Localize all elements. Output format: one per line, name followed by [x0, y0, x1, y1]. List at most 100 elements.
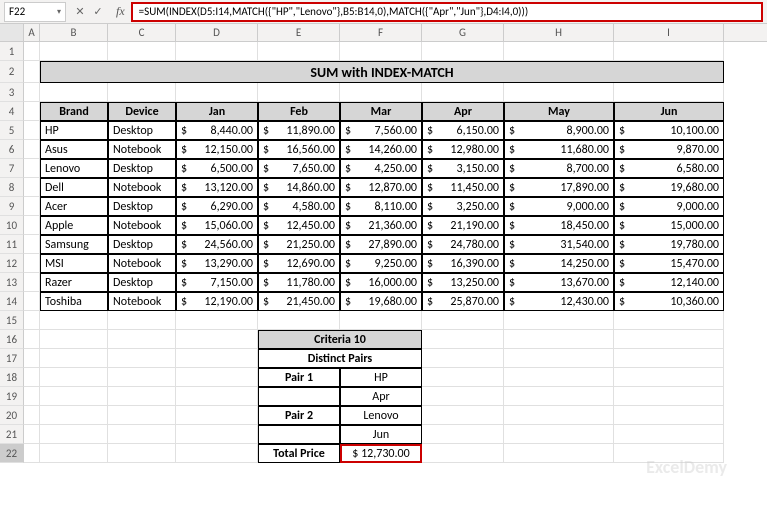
cell[interactable] [614, 311, 724, 330]
cell[interactable] [24, 42, 40, 61]
money-cell[interactable]: $8,900.00 [504, 121, 614, 140]
money-cell[interactable]: $12,690.00 [258, 254, 340, 273]
money-cell[interactable]: $19,680.00 [340, 292, 422, 311]
money-cell[interactable]: $17,890.00 [504, 178, 614, 197]
title-cell[interactable]: SUM with INDEX-MATCH [40, 61, 724, 83]
brand-cell[interactable]: Apple [40, 216, 108, 235]
row-header[interactable]: 10 [0, 216, 24, 235]
brand-cell[interactable]: Acer [40, 197, 108, 216]
device-cell[interactable]: Desktop [108, 273, 176, 292]
cell[interactable] [24, 444, 40, 463]
money-cell[interactable]: $7,150.00 [176, 273, 258, 292]
money-cell[interactable]: $15,470.00 [614, 254, 724, 273]
cell[interactable] [422, 311, 504, 330]
cell[interactable] [24, 292, 40, 311]
device-cell[interactable]: Desktop [108, 121, 176, 140]
header-device[interactable]: Device [108, 102, 176, 121]
money-cell[interactable]: $8,700.00 [504, 159, 614, 178]
money-cell[interactable]: $10,100.00 [614, 121, 724, 140]
money-cell[interactable]: $12,150.00 [176, 140, 258, 159]
cell[interactable] [108, 368, 176, 387]
brand-cell[interactable]: Asus [40, 140, 108, 159]
cell[interactable] [422, 406, 504, 425]
row-header[interactable]: 8 [0, 178, 24, 197]
money-cell[interactable]: $6,150.00 [422, 121, 504, 140]
row-header[interactable]: 7 [0, 159, 24, 178]
money-cell[interactable]: $18,450.00 [504, 216, 614, 235]
fx-icon[interactable]: fx [112, 4, 129, 19]
cell[interactable] [24, 273, 40, 292]
row-header[interactable]: 13 [0, 273, 24, 292]
money-cell[interactable]: $7,650.00 [258, 159, 340, 178]
device-cell[interactable]: Notebook [108, 178, 176, 197]
row-header[interactable]: 14 [0, 292, 24, 311]
row-header[interactable]: 3 [0, 83, 24, 102]
criteria-right[interactable]: Jun [340, 425, 422, 444]
col-header-b[interactable]: B [40, 24, 108, 41]
row-header[interactable]: 21 [0, 425, 24, 444]
cell[interactable] [340, 42, 422, 61]
device-cell[interactable]: Desktop [108, 159, 176, 178]
cell[interactable] [176, 387, 258, 406]
header-brand[interactable]: Brand [40, 102, 108, 121]
cell[interactable] [422, 83, 504, 102]
cell[interactable] [40, 387, 108, 406]
money-cell[interactable]: $12,450.00 [258, 216, 340, 235]
col-header-d[interactable]: D [176, 24, 258, 41]
row-header[interactable]: 18 [0, 368, 24, 387]
money-cell[interactable]: $12,980.00 [422, 140, 504, 159]
row-header[interactable]: 12 [0, 254, 24, 273]
col-header-a[interactable]: A [24, 24, 40, 41]
cell[interactable] [108, 349, 176, 368]
money-cell[interactable]: $16,000.00 [340, 273, 422, 292]
money-cell[interactable]: $25,870.00 [422, 292, 504, 311]
cell[interactable] [504, 349, 614, 368]
row-header[interactable]: 16 [0, 330, 24, 349]
cell[interactable] [24, 61, 40, 83]
cell[interactable] [614, 349, 724, 368]
device-cell[interactable]: Notebook [108, 292, 176, 311]
cell[interactable] [504, 387, 614, 406]
row-header[interactable]: 5 [0, 121, 24, 140]
cell[interactable] [422, 330, 504, 349]
criteria-left[interactable]: Total Price [258, 444, 340, 463]
money-cell[interactable]: $6,290.00 [176, 197, 258, 216]
cell[interactable] [504, 368, 614, 387]
money-cell[interactable]: $4,580.00 [258, 197, 340, 216]
money-cell[interactable]: $21,250.00 [258, 235, 340, 254]
cell[interactable] [108, 83, 176, 102]
cell[interactable] [24, 406, 40, 425]
cell[interactable] [422, 425, 504, 444]
row-header[interactable]: 11 [0, 235, 24, 254]
cell[interactable] [614, 444, 724, 463]
money-cell[interactable]: $21,450.00 [258, 292, 340, 311]
money-cell[interactable]: $10,360.00 [614, 292, 724, 311]
col-header-f[interactable]: F [340, 24, 422, 41]
cell[interactable] [176, 42, 258, 61]
brand-cell[interactable]: MSI [40, 254, 108, 273]
cell[interactable] [614, 425, 724, 444]
cell[interactable] [176, 444, 258, 463]
cell[interactable] [24, 121, 40, 140]
cell[interactable] [40, 42, 108, 61]
device-cell[interactable]: Notebook [108, 140, 176, 159]
money-cell[interactable]: $9,250.00 [340, 254, 422, 273]
criteria-left[interactable]: Pair 1 [258, 368, 340, 387]
device-cell[interactable]: Desktop [108, 197, 176, 216]
cell[interactable] [258, 311, 340, 330]
money-cell[interactable]: $14,260.00 [340, 140, 422, 159]
criteria-right[interactable]: HP [340, 368, 422, 387]
money-cell[interactable]: $13,290.00 [176, 254, 258, 273]
money-cell[interactable]: $13,250.00 [422, 273, 504, 292]
name-box[interactable]: F22 ▾ [4, 2, 66, 22]
cell[interactable] [504, 406, 614, 425]
cell[interactable] [422, 42, 504, 61]
cell[interactable] [108, 387, 176, 406]
cell[interactable] [108, 444, 176, 463]
criteria-left[interactable] [258, 425, 340, 444]
brand-cell[interactable]: Lenovo [40, 159, 108, 178]
header-jan[interactable]: Jan [176, 102, 258, 121]
cell[interactable] [40, 83, 108, 102]
cell[interactable] [24, 178, 40, 197]
money-cell[interactable]: $24,560.00 [176, 235, 258, 254]
